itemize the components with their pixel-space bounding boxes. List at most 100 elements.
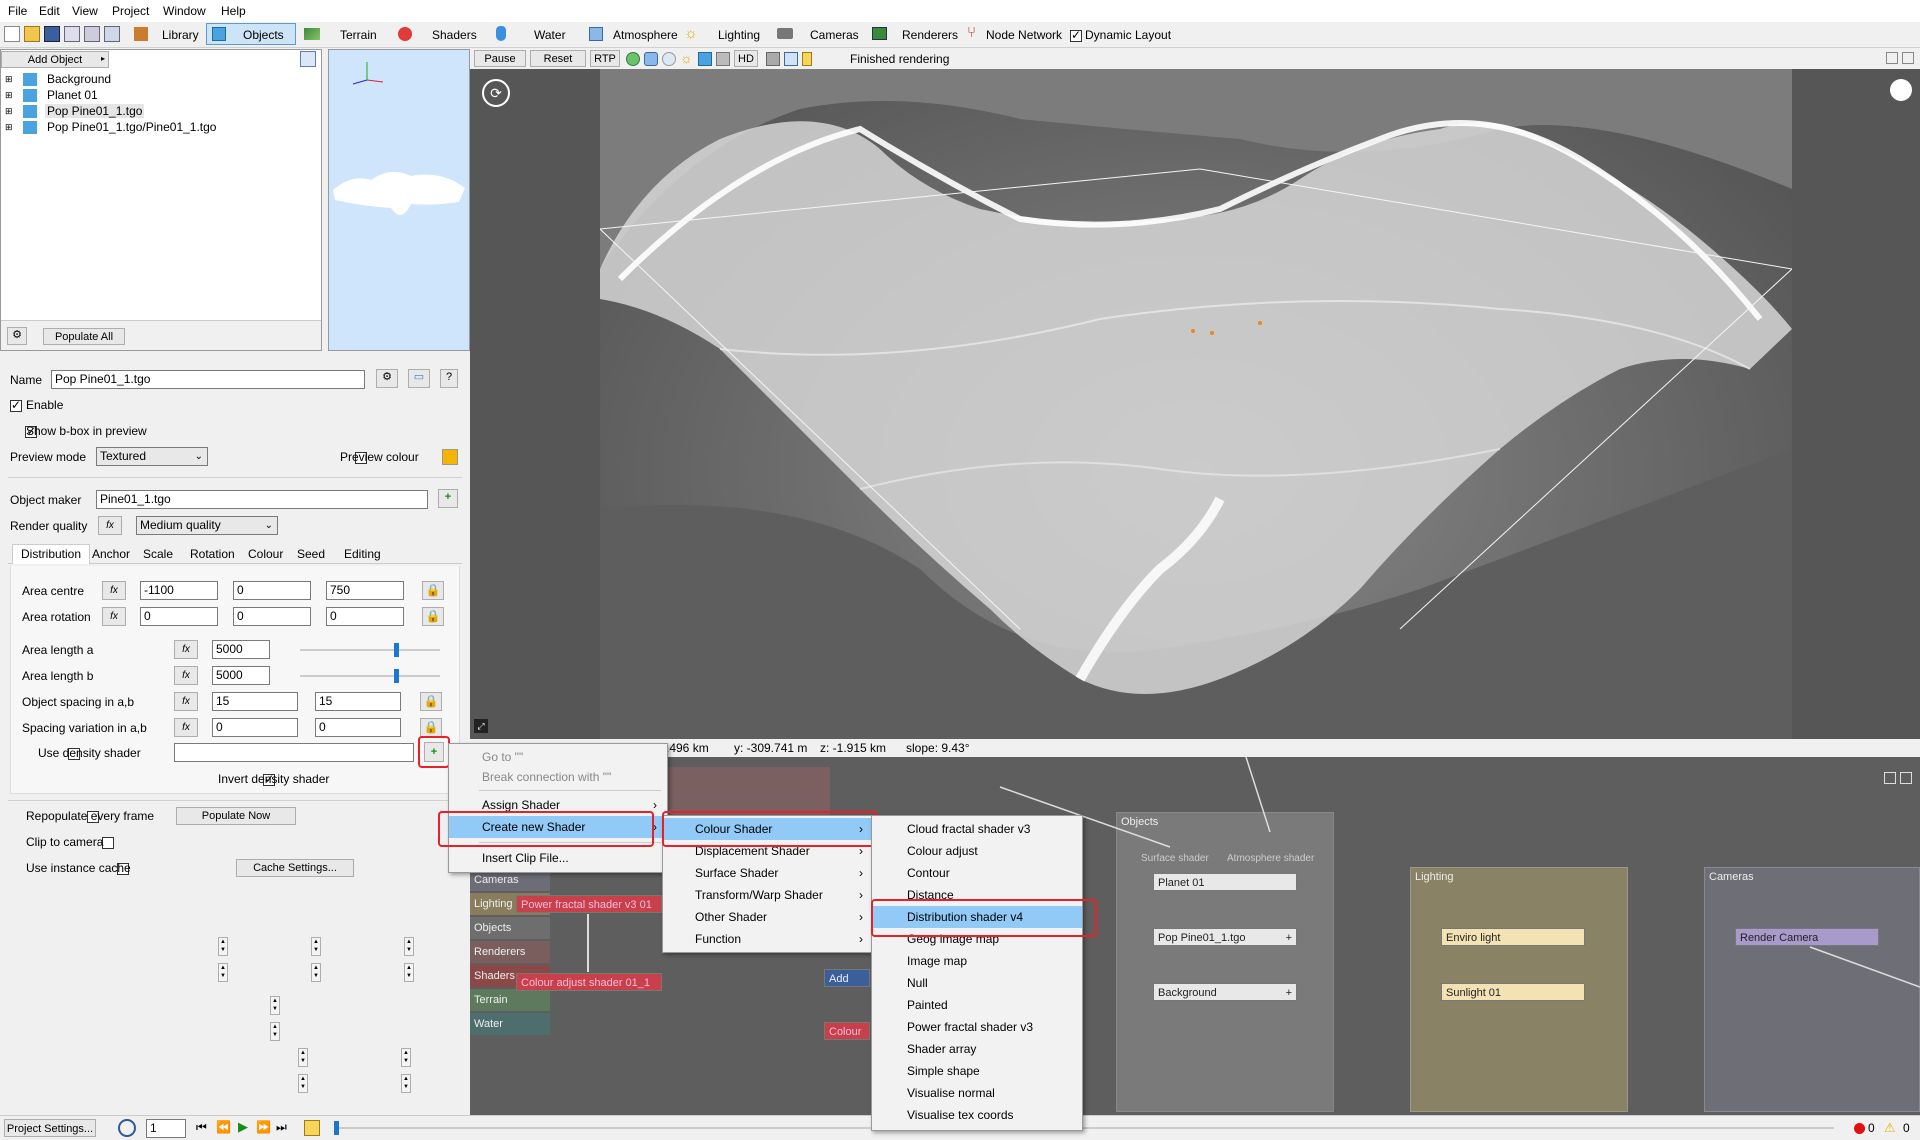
- object-spacing-b[interactable]: 15: [315, 692, 401, 711]
- objects-toggle-icon[interactable]: [698, 52, 712, 66]
- function-icon[interactable]: fx: [102, 607, 126, 626]
- menu-item-visualise-tex-coords[interactable]: Visualise tex coords: [872, 1104, 1082, 1126]
- slider-thumb[interactable]: [394, 643, 399, 657]
- tab-lighting[interactable]: Lighting: [718, 28, 760, 42]
- new-file-icon[interactable]: [4, 26, 20, 42]
- lock-icon[interactable]: 🔒: [420, 692, 442, 711]
- settings-gear-icon[interactable]: ⚙: [7, 327, 27, 345]
- function-icon[interactable]: fx: [174, 666, 198, 685]
- dynamic-layout-checkbox[interactable]: [1070, 28, 1082, 42]
- skip-end-icon[interactable]: ⏭: [276, 1120, 287, 1135]
- settings-gear-icon[interactable]: ⚙: [376, 369, 398, 388]
- pause-button[interactable]: Pause: [474, 50, 526, 67]
- rtp-button[interactable]: RTP: [590, 50, 620, 67]
- menu-item-contour[interactable]: Contour: [872, 862, 1082, 884]
- preview-colour-swatch[interactable]: [442, 449, 458, 465]
- function-icon[interactable]: fx: [174, 692, 198, 711]
- area-length-a-slider[interactable]: [300, 643, 440, 657]
- menu-item-shader-array[interactable]: Shader array: [872, 1038, 1082, 1060]
- area-length-a-field[interactable]: 5000: [212, 640, 270, 659]
- menu-project[interactable]: Project: [112, 4, 149, 18]
- view-3d-icon[interactable]: [84, 26, 100, 42]
- tab-atmosphere[interactable]: Atmosphere: [613, 28, 678, 42]
- menu-item-simple-shape[interactable]: Simple shape: [872, 1060, 1082, 1082]
- pin-icon[interactable]: [802, 52, 812, 66]
- populate-all-button[interactable]: Populate All: [43, 328, 125, 345]
- tab-shaders[interactable]: Shaders: [432, 28, 477, 42]
- play-icon[interactable]: ▶: [238, 1119, 248, 1135]
- crop-icon[interactable]: [784, 52, 798, 66]
- spin-arrows-icon[interactable]: ▲ ▼: [311, 937, 321, 956]
- open-folder-icon[interactable]: [24, 26, 40, 42]
- 3d-viewport[interactable]: ⟳ ⤢: [470, 69, 1920, 739]
- maximize-window-icon[interactable]: [1902, 52, 1914, 64]
- menu-item-painted[interactable]: Painted: [872, 994, 1082, 1016]
- tab-anchor[interactable]: Anchor: [92, 547, 130, 561]
- object-spacing-a[interactable]: 15: [212, 692, 298, 711]
- function-icon[interactable]: fx: [174, 640, 198, 659]
- project-settings-button[interactable]: Project Settings...: [4, 1119, 96, 1137]
- name-field[interactable]: Pop Pine01_1.tgo: [51, 370, 365, 389]
- step-back-icon[interactable]: ⏪: [216, 1120, 231, 1134]
- area-rotation-x[interactable]: 0: [140, 607, 218, 626]
- lock-icon[interactable]: 🔒: [422, 607, 444, 626]
- spin-arrows-icon[interactable]: ▲ ▼: [270, 1022, 280, 1041]
- tab-scale[interactable]: Scale: [143, 547, 173, 561]
- menu-item-visualise-normal[interactable]: Visualise normal: [872, 1082, 1082, 1104]
- tab-seed[interactable]: Seed: [297, 547, 325, 561]
- tab-objects[interactable]: Objects: [206, 23, 296, 45]
- function-icon[interactable]: fx: [98, 516, 122, 535]
- expand-icon[interactable]: ⤢: [474, 719, 488, 733]
- menu-item-surface-shader[interactable]: Surface Shader ›: [663, 862, 873, 884]
- tab-terrain[interactable]: Terrain: [340, 28, 377, 42]
- preview-mode-select[interactable]: Textured ⌄: [96, 447, 208, 466]
- spin-arrows-icon[interactable]: ▲ ▼: [401, 1074, 411, 1093]
- enable-checkbox[interactable]: [10, 398, 22, 412]
- tab-distribution[interactable]: Distribution: [12, 544, 90, 564]
- spin-arrows-icon[interactable]: ▲ ▼: [270, 996, 280, 1015]
- cache-settings-button[interactable]: Cache Settings...: [236, 859, 354, 877]
- keyframe-icon[interactable]: [304, 1120, 320, 1136]
- timeline-slider[interactable]: [334, 1121, 1834, 1135]
- step-forward-icon[interactable]: ⏩: [256, 1120, 271, 1134]
- object-maker-field[interactable]: Pine01_1.tgo: [96, 490, 428, 509]
- grid-icon[interactable]: [104, 26, 120, 42]
- populate-now-button[interactable]: Populate Now: [176, 807, 296, 825]
- menu-window[interactable]: Window: [163, 4, 206, 18]
- density-shader-field[interactable]: [174, 743, 414, 762]
- area-rotation-y[interactable]: 0: [233, 607, 311, 626]
- lock-icon[interactable]: 🔒: [420, 718, 442, 737]
- tab-water[interactable]: Water: [534, 28, 566, 42]
- hd-button[interactable]: HD: [734, 50, 758, 67]
- skip-start-icon[interactable]: ⏮: [196, 1120, 207, 1135]
- menu-item-power-fractal[interactable]: Power fractal shader v3: [872, 1016, 1082, 1038]
- lighting-toggle-icon[interactable]: ☼: [680, 50, 693, 66]
- area-length-b-slider[interactable]: [300, 669, 440, 683]
- save-icon[interactable]: [44, 26, 60, 42]
- spin-arrows-icon[interactable]: ▲ ▼: [404, 963, 414, 982]
- tab-renderers[interactable]: Renderers: [902, 28, 958, 42]
- spin-arrows-icon[interactable]: ▲ ▼: [218, 963, 228, 982]
- clock-icon[interactable]: [118, 1119, 136, 1137]
- spacing-variation-a[interactable]: 0: [212, 718, 298, 737]
- spin-arrows-icon[interactable]: ▲ ▼: [401, 1048, 411, 1067]
- function-icon[interactable]: fx: [174, 718, 198, 737]
- slider-thumb[interactable]: [334, 1121, 339, 1135]
- menu-item-other-shader[interactable]: Other Shader ›: [663, 906, 873, 928]
- spin-arrows-icon[interactable]: ▲ ▼: [298, 1048, 308, 1067]
- sun-position-icon[interactable]: [1890, 79, 1912, 101]
- spin-arrows-icon[interactable]: ▲ ▼: [218, 937, 228, 956]
- spin-arrows-icon[interactable]: ▲ ▼: [311, 963, 321, 982]
- area-centre-x[interactable]: -1100: [140, 581, 218, 600]
- menu-file[interactable]: File: [8, 4, 27, 18]
- tab-library[interactable]: Library: [162, 28, 199, 42]
- reset-button[interactable]: Reset: [530, 50, 586, 67]
- cloud-toggle-icon[interactable]: [716, 52, 730, 66]
- menu-item-colour-adjust[interactable]: Colour adjust: [872, 840, 1082, 862]
- tab-editing[interactable]: Editing: [344, 547, 381, 561]
- brush-icon[interactable]: [766, 52, 780, 66]
- spacing-variation-b[interactable]: 0: [315, 718, 401, 737]
- menu-help[interactable]: Help: [221, 4, 246, 18]
- restore-window-icon[interactable]: [1886, 52, 1898, 64]
- menu-item-null[interactable]: Null: [872, 972, 1082, 994]
